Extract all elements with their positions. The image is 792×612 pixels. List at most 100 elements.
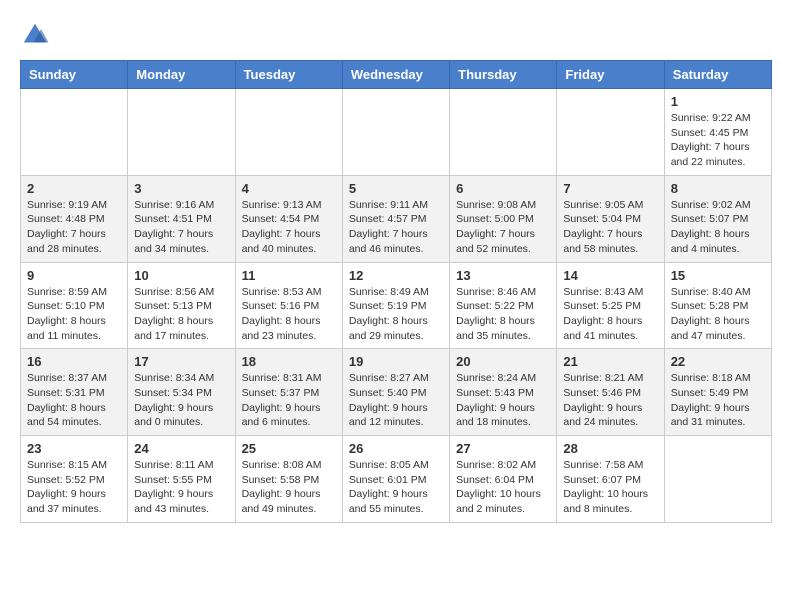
calendar-cell (450, 89, 557, 176)
day-info: Sunrise: 8:31 AM Sunset: 5:37 PM Dayligh… (242, 371, 336, 430)
page-header (20, 20, 772, 50)
day-info: Sunrise: 8:43 AM Sunset: 5:25 PM Dayligh… (563, 285, 657, 344)
day-info: Sunrise: 8:21 AM Sunset: 5:46 PM Dayligh… (563, 371, 657, 430)
calendar-cell: 8Sunrise: 9:02 AM Sunset: 5:07 PM Daylig… (664, 175, 771, 262)
day-info: Sunrise: 8:46 AM Sunset: 5:22 PM Dayligh… (456, 285, 550, 344)
day-number: 22 (671, 354, 765, 369)
day-info: Sunrise: 8:15 AM Sunset: 5:52 PM Dayligh… (27, 458, 121, 517)
day-number: 19 (349, 354, 443, 369)
calendar-cell: 22 Sunrise: 8:18 AM Sunset: 5:49 PM Dayli… (664, 349, 771, 436)
calendar-cell (342, 89, 449, 176)
day-info: Sunrise: 8:27 AM Sunset: 5:40 PM Dayligh… (349, 371, 443, 430)
day-info: Sunrise: 8:49 AM Sunset: 5:19 PM Dayligh… (349, 285, 443, 344)
day-info: Sunrise: 9:13 AM Sunset: 4:54 PM Dayligh… (242, 198, 336, 257)
day-info: Sunrise: 9:08 AM Sunset: 5:00 PM Dayligh… (456, 198, 550, 257)
calendar-cell: 9 Sunrise: 8:59 AM Sunset: 5:10 PM Daylig… (21, 262, 128, 349)
day-info: Sunrise: 8:40 AM Sunset: 5:28 PM Dayligh… (671, 285, 765, 344)
calendar-cell: 10 Sunrise: 8:56 AM Sunset: 5:13 PM Dayli… (128, 262, 235, 349)
calendar-cell: 12 Sunrise: 8:49 AM Sunset: 5:19 PM Dayli… (342, 262, 449, 349)
day-info: Sunrise: 8:05 AM Sunset: 6:01 PM Dayligh… (349, 458, 443, 517)
day-info: Sunrise: 9:22 AM Sunset: 4:45 PM Dayligh… (671, 111, 765, 170)
calendar-cell: 20 Sunrise: 8:24 AM Sunset: 5:43 PM Dayli… (450, 349, 557, 436)
calendar-cell (21, 89, 128, 176)
calendar-cell: 6 Sunrise: 9:08 AM Sunset: 5:00 PM Daylig… (450, 175, 557, 262)
calendar-week-row: 16 Sunrise: 8:37 AM Sunset: 5:31 PM Dayli… (21, 349, 772, 436)
day-number: 7 (563, 181, 657, 196)
calendar-cell: 24Sunrise: 8:11 AM Sunset: 5:55 PM Dayli… (128, 436, 235, 523)
calendar-week-row: 9 Sunrise: 8:59 AM Sunset: 5:10 PM Daylig… (21, 262, 772, 349)
weekday-header: Saturday (664, 61, 771, 89)
weekday-header: Friday (557, 61, 664, 89)
day-number: 21 (563, 354, 657, 369)
weekday-header: Wednesday (342, 61, 449, 89)
weekday-header: Sunday (21, 61, 128, 89)
day-info: Sunrise: 8:11 AM Sunset: 5:55 PM Dayligh… (134, 458, 228, 517)
day-info: Sunrise: 8:56 AM Sunset: 5:13 PM Dayligh… (134, 285, 228, 344)
calendar-cell: 15 Sunrise: 8:40 AM Sunset: 5:28 PM Dayli… (664, 262, 771, 349)
day-number: 23 (27, 441, 121, 456)
calendar-cell: 28Sunrise: 7:58 AM Sunset: 6:07 PM Dayli… (557, 436, 664, 523)
day-number: 15 (671, 268, 765, 283)
calendar-cell (128, 89, 235, 176)
calendar-cell: 25Sunrise: 8:08 AM Sunset: 5:58 PM Dayli… (235, 436, 342, 523)
day-number: 11 (242, 268, 336, 283)
day-number: 1 (671, 94, 765, 109)
calendar-body: 1 Sunrise: 9:22 AM Sunset: 4:45 PM Daylig… (21, 89, 772, 523)
day-number: 4 (242, 181, 336, 196)
calendar-cell: 11 Sunrise: 8:53 AM Sunset: 5:16 PM Dayli… (235, 262, 342, 349)
calendar-cell: 7 Sunrise: 9:05 AM Sunset: 5:04 PM Daylig… (557, 175, 664, 262)
calendar-cell: 18 Sunrise: 8:31 AM Sunset: 5:37 PM Dayli… (235, 349, 342, 436)
day-info: Sunrise: 9:11 AM Sunset: 4:57 PM Dayligh… (349, 198, 443, 257)
calendar-cell: 17Sunrise: 8:34 AM Sunset: 5:34 PM Dayli… (128, 349, 235, 436)
day-number: 2 (27, 181, 121, 196)
calendar-cell: 14Sunrise: 8:43 AM Sunset: 5:25 PM Dayli… (557, 262, 664, 349)
calendar-week-row: 2 Sunrise: 9:19 AM Sunset: 4:48 PM Daylig… (21, 175, 772, 262)
calendar-table: SundayMondayTuesdayWednesdayThursdayFrid… (20, 60, 772, 523)
calendar-cell: 21 Sunrise: 8:21 AM Sunset: 5:46 PM Dayli… (557, 349, 664, 436)
calendar-cell (664, 436, 771, 523)
day-info: Sunrise: 9:02 AM Sunset: 5:07 PM Dayligh… (671, 198, 765, 257)
day-number: 9 (27, 268, 121, 283)
day-info: Sunrise: 8:37 AM Sunset: 5:31 PM Dayligh… (27, 371, 121, 430)
weekday-header: Tuesday (235, 61, 342, 89)
day-number: 3 (134, 181, 228, 196)
calendar-header: SundayMondayTuesdayWednesdayThursdayFrid… (21, 61, 772, 89)
calendar-cell: 16 Sunrise: 8:37 AM Sunset: 5:31 PM Dayli… (21, 349, 128, 436)
day-number: 18 (242, 354, 336, 369)
calendar-cell: 26 Sunrise: 8:05 AM Sunset: 6:01 PM Dayli… (342, 436, 449, 523)
day-info: Sunrise: 8:24 AM Sunset: 5:43 PM Dayligh… (456, 371, 550, 430)
calendar-cell (557, 89, 664, 176)
day-info: Sunrise: 8:59 AM Sunset: 5:10 PM Dayligh… (27, 285, 121, 344)
calendar-week-row: 1 Sunrise: 9:22 AM Sunset: 4:45 PM Daylig… (21, 89, 772, 176)
calendar-cell: 19 Sunrise: 8:27 AM Sunset: 5:40 PM Dayli… (342, 349, 449, 436)
day-number: 27 (456, 441, 550, 456)
day-number: 10 (134, 268, 228, 283)
day-number: 16 (27, 354, 121, 369)
calendar-cell: 27 Sunrise: 8:02 AM Sunset: 6:04 PM Dayli… (450, 436, 557, 523)
day-info: Sunrise: 8:18 AM Sunset: 5:49 PM Dayligh… (671, 371, 765, 430)
day-info: Sunrise: 9:19 AM Sunset: 4:48 PM Dayligh… (27, 198, 121, 257)
day-number: 5 (349, 181, 443, 196)
calendar-cell: 3Sunrise: 9:16 AM Sunset: 4:51 PM Daylig… (128, 175, 235, 262)
day-info: Sunrise: 8:34 AM Sunset: 5:34 PM Dayligh… (134, 371, 228, 430)
calendar-cell (235, 89, 342, 176)
day-number: 12 (349, 268, 443, 283)
logo (20, 20, 54, 50)
day-number: 13 (456, 268, 550, 283)
header-row: SundayMondayTuesdayWednesdayThursdayFrid… (21, 61, 772, 89)
day-info: Sunrise: 8:53 AM Sunset: 5:16 PM Dayligh… (242, 285, 336, 344)
calendar-cell: 1 Sunrise: 9:22 AM Sunset: 4:45 PM Daylig… (664, 89, 771, 176)
calendar-cell: 2 Sunrise: 9:19 AM Sunset: 4:48 PM Daylig… (21, 175, 128, 262)
calendar-week-row: 23 Sunrise: 8:15 AM Sunset: 5:52 PM Dayli… (21, 436, 772, 523)
day-number: 20 (456, 354, 550, 369)
day-number: 28 (563, 441, 657, 456)
calendar-cell: 13 Sunrise: 8:46 AM Sunset: 5:22 PM Dayli… (450, 262, 557, 349)
day-info: Sunrise: 8:02 AM Sunset: 6:04 PM Dayligh… (456, 458, 550, 517)
day-number: 25 (242, 441, 336, 456)
day-number: 6 (456, 181, 550, 196)
day-info: Sunrise: 9:05 AM Sunset: 5:04 PM Dayligh… (563, 198, 657, 257)
calendar-cell: 23 Sunrise: 8:15 AM Sunset: 5:52 PM Dayli… (21, 436, 128, 523)
weekday-header: Monday (128, 61, 235, 89)
day-number: 26 (349, 441, 443, 456)
weekday-header: Thursday (450, 61, 557, 89)
